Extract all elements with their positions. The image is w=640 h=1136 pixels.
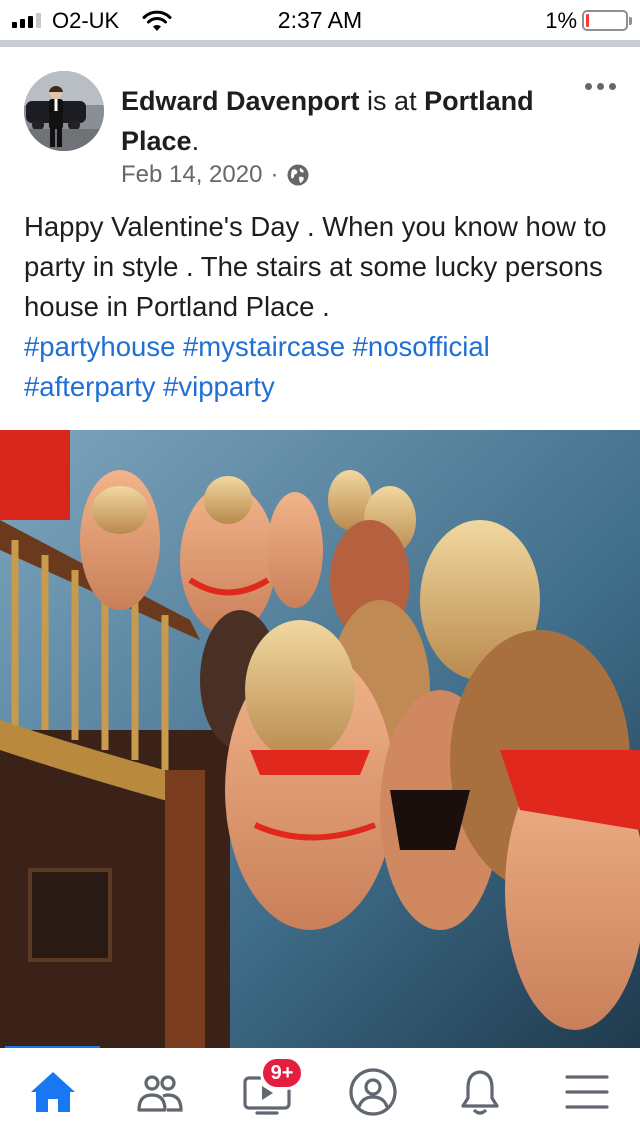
post-body: Happy Valentine's Day . When you know ho…: [24, 211, 607, 322]
post-meta: Feb 14, 2020 ·: [121, 161, 310, 189]
hashtag-link[interactable]: #mystaircase: [183, 331, 345, 362]
battery-fill: [586, 14, 589, 27]
status-bar: O2-UK 2:37 AM 1%: [0, 0, 640, 40]
bottom-tab-bar: 9+: [0, 1048, 640, 1136]
menu-icon: [565, 1075, 609, 1109]
tab-home[interactable]: [0, 1048, 107, 1136]
battery-percent: 1%: [545, 8, 577, 33]
author-name[interactable]: Edward Davenport: [121, 86, 360, 116]
author-line: Edward Davenport is at Portland Place.: [121, 81, 561, 161]
globe-icon: [287, 164, 309, 186]
tab-notifications[interactable]: [427, 1048, 534, 1136]
hashtag-link[interactable]: #afterparty: [24, 371, 155, 402]
profile-icon: [349, 1068, 397, 1116]
post-text: Happy Valentine's Day . When you know ho…: [24, 207, 620, 407]
home-icon: [31, 1072, 76, 1112]
tab-watch[interactable]: 9+: [213, 1048, 320, 1136]
meta-separator: ·: [270, 161, 279, 188]
friends-icon: [137, 1075, 183, 1112]
post-date[interactable]: Feb 14, 2020: [121, 161, 262, 189]
hashtag-list: #partyhouse #mystaircase #nosofficial #a…: [24, 327, 620, 407]
header-divider: [0, 40, 640, 47]
notification-badge: 9+: [259, 1056, 305, 1090]
tab-menu[interactable]: [533, 1048, 640, 1136]
is-at-text: is at: [359, 86, 425, 116]
post-photo[interactable]: [0, 430, 640, 1048]
staircase-photo: [0, 430, 640, 1048]
battery-icon: [582, 10, 632, 31]
location-suffix: .: [191, 126, 200, 156]
more-options-icon[interactable]: [585, 83, 616, 90]
avatar-photo: [24, 71, 104, 151]
hashtag-link[interactable]: #partyhouse: [24, 331, 175, 362]
hashtag-link[interactable]: #nosofficial: [353, 331, 490, 362]
tab-friends[interactable]: [107, 1048, 214, 1136]
hashtag-link[interactable]: #vipparty: [163, 371, 275, 402]
author-avatar[interactable]: [24, 71, 104, 151]
tab-profile[interactable]: [320, 1048, 427, 1136]
clock: 2:37 AM: [277, 7, 363, 33]
bell-icon: [461, 1070, 499, 1115]
